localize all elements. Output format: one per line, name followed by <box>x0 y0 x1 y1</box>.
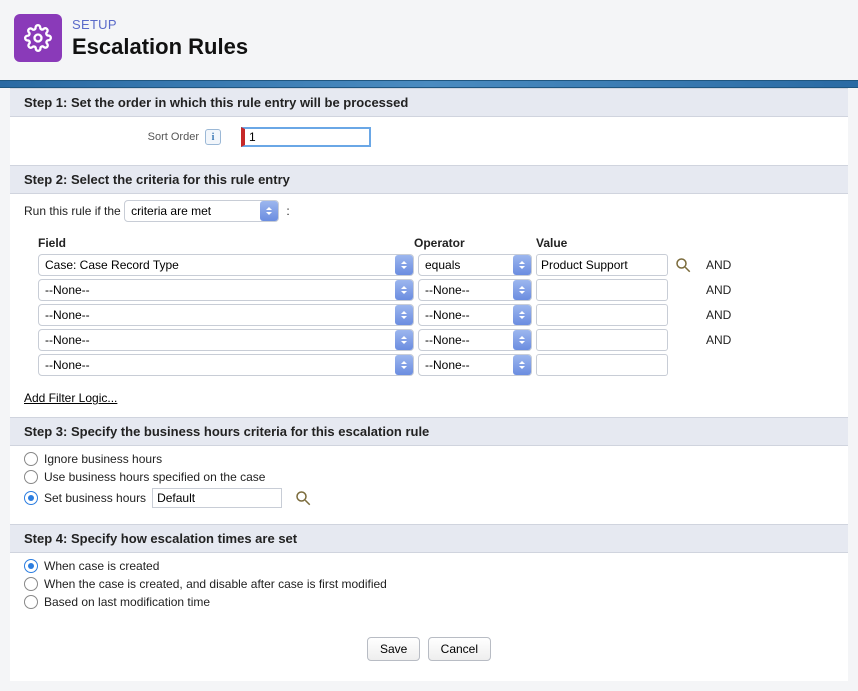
et-lastmod-radio[interactable] <box>24 595 38 609</box>
page-title: Escalation Rules <box>72 34 248 60</box>
criteria-headers: Field Operator Value <box>24 232 834 254</box>
value-input[interactable] <box>536 279 668 301</box>
field-select[interactable]: --None-- <box>38 279 414 301</box>
criteria-row: --None-- --None-- AND <box>24 279 834 301</box>
add-filter-logic-link[interactable]: Add Filter Logic... <box>24 391 117 405</box>
info-icon[interactable]: i <box>205 129 221 145</box>
bh-ignore-label: Ignore business hours <box>44 452 162 466</box>
run-rule-suffix: : <box>286 204 289 218</box>
breadcrumb: SETUP <box>72 17 248 32</box>
bh-ignore-radio[interactable] <box>24 452 38 466</box>
criteria-row: --None-- --None-- AND <box>24 304 834 326</box>
criteria-row: --None-- --None-- AND <box>24 329 834 351</box>
criteria-table: Field Operator Value Case: Case Record T… <box>10 232 848 385</box>
footer-buttons: Save Cancel <box>10 625 848 681</box>
field-select[interactable]: --None-- <box>38 329 414 351</box>
lookup-placeholder <box>674 331 692 349</box>
value-input[interactable] <box>536 354 668 376</box>
and-label: AND <box>706 308 731 322</box>
and-label: AND <box>706 258 731 272</box>
sort-order-label: Sort Order <box>24 131 199 143</box>
step4-header: Step 4: Specify how escalation times are… <box>10 524 848 553</box>
lookup-placeholder <box>674 281 692 299</box>
save-button[interactable]: Save <box>367 637 420 661</box>
sort-order-row: Sort Order i <box>10 117 848 165</box>
lookup-icon[interactable] <box>674 256 692 274</box>
step3-header: Step 3: Specify the business hours crite… <box>10 417 848 446</box>
step1-header: Step 1: Set the order in which this rule… <box>10 88 848 117</box>
field-select[interactable]: --None-- <box>38 304 414 326</box>
cancel-button[interactable]: Cancel <box>428 637 491 661</box>
operator-select[interactable]: --None-- <box>418 354 532 376</box>
operator-select[interactable]: --None-- <box>418 329 532 351</box>
lookup-placeholder <box>674 306 692 324</box>
and-label: AND <box>706 333 731 347</box>
run-rule-prefix: Run this rule if the <box>24 204 121 218</box>
operator-select[interactable]: --None-- <box>418 304 532 326</box>
value-input[interactable] <box>536 329 668 351</box>
et-disable-label: When the case is created, and disable af… <box>44 577 387 591</box>
lookup-icon[interactable] <box>294 489 312 507</box>
escalation-times-group: When case is created When the case is cr… <box>10 553 848 625</box>
criteria-mode-select[interactable]: criteria are met <box>124 200 279 222</box>
main-content: Step 1: Set the order in which this rule… <box>10 88 848 681</box>
value-input[interactable] <box>536 304 668 326</box>
page-header: SETUP Escalation Rules <box>0 0 858 80</box>
bh-case-row[interactable]: Use business hours specified on the case <box>24 470 834 484</box>
criteria-mode-select-wrap: criteria are met <box>124 200 279 222</box>
divider-ribbon <box>0 80 858 88</box>
header-operator: Operator <box>414 236 536 250</box>
operator-select[interactable]: equals <box>418 254 532 276</box>
bh-ignore-row[interactable]: Ignore business hours <box>24 452 834 466</box>
business-hours-group: Ignore business hours Use business hours… <box>10 446 848 524</box>
header-field: Field <box>24 236 414 250</box>
value-input[interactable] <box>536 254 668 276</box>
operator-select[interactable]: --None-- <box>418 279 532 301</box>
et-disable-radio[interactable] <box>24 577 38 591</box>
add-filter-row: Add Filter Logic... <box>10 385 848 417</box>
criteria-row: --None-- --None-- <box>24 354 834 376</box>
header-value: Value <box>536 236 676 250</box>
et-created-label: When case is created <box>44 559 159 573</box>
gear-icon <box>14 14 62 62</box>
criteria-row: Case: Case Record Type equals AND <box>24 254 834 276</box>
run-rule-row: Run this rule if the criteria are met : <box>10 194 848 232</box>
field-select[interactable]: --None-- <box>38 354 414 376</box>
bh-value-input[interactable] <box>152 488 282 508</box>
et-created-radio[interactable] <box>24 559 38 573</box>
and-label: AND <box>706 283 731 297</box>
et-disable-row[interactable]: When the case is created, and disable af… <box>24 577 834 591</box>
bh-case-radio[interactable] <box>24 470 38 484</box>
bh-set-row[interactable]: Set business hours <box>24 488 834 508</box>
et-created-row[interactable]: When case is created <box>24 559 834 573</box>
field-select[interactable]: Case: Case Record Type <box>38 254 414 276</box>
step2-header: Step 2: Select the criteria for this rul… <box>10 165 848 194</box>
bh-set-radio[interactable] <box>24 491 38 505</box>
et-lastmod-row[interactable]: Based on last modification time <box>24 595 834 609</box>
bh-set-label: Set business hours <box>44 491 146 505</box>
sort-order-input[interactable] <box>241 127 371 147</box>
bh-case-label: Use business hours specified on the case <box>44 470 265 484</box>
et-lastmod-label: Based on last modification time <box>44 595 210 609</box>
